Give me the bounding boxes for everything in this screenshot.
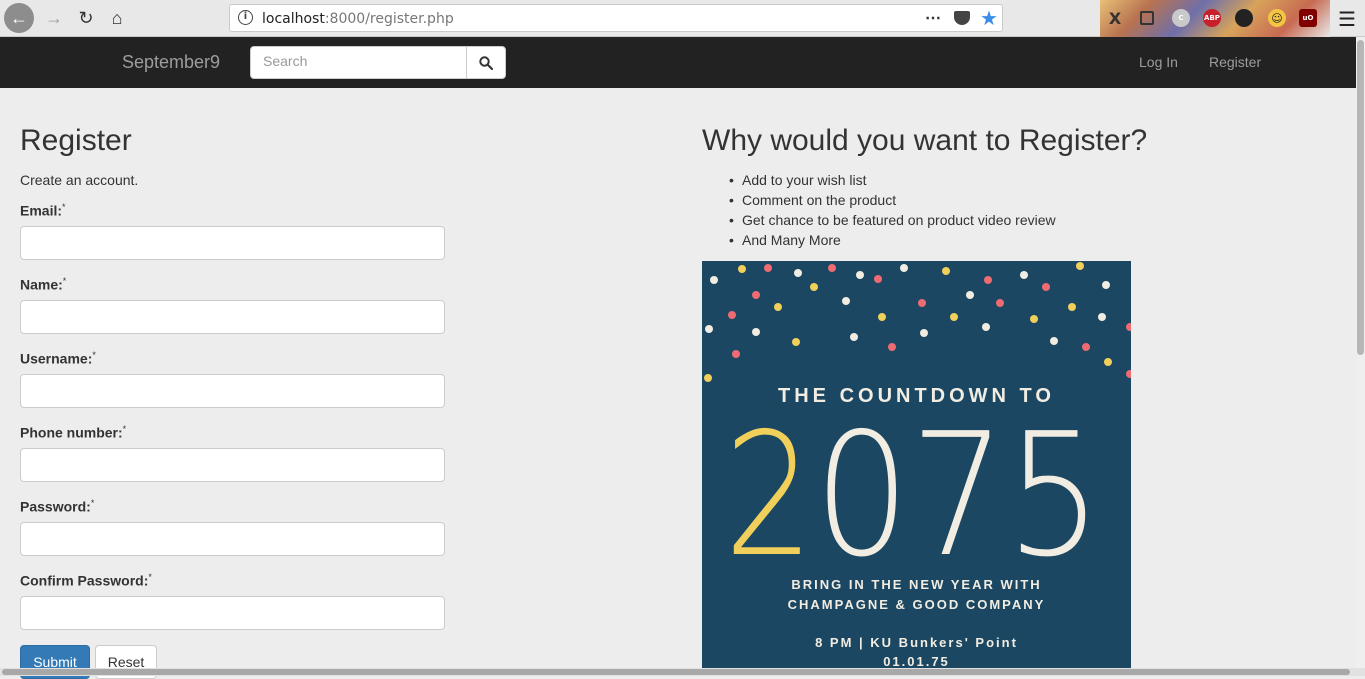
benefits-list: Add to your wish list Comment on the pro… <box>724 170 1056 250</box>
countdown-poster-image: THE COUNTDOWN TO 2 075 BRING IN THE NEW … <box>702 261 1131 668</box>
confetti-dot <box>764 264 772 272</box>
brand-link[interactable]: September9 <box>122 52 220 73</box>
confetti-dot <box>1126 323 1131 331</box>
confetti-dot <box>1050 337 1058 345</box>
email-label: Email:* <box>20 202 66 219</box>
confetti-dot <box>828 264 836 272</box>
search-icon <box>479 55 493 70</box>
form-title: Register <box>20 124 132 157</box>
confetti-dot <box>1082 343 1090 351</box>
poster-year-first-digit: 2 <box>724 409 814 569</box>
confetti-dot <box>752 291 760 299</box>
confetti-dot <box>705 325 713 333</box>
extension-c-icon[interactable]: C <box>1172 9 1190 27</box>
confetti-dot <box>1030 315 1038 323</box>
hamburger-menu-icon[interactable]: ☰ <box>1338 7 1356 32</box>
phone-label: Phone number:* <box>20 424 127 441</box>
name-field[interactable] <box>20 300 445 334</box>
abp-icon[interactable]: ABP <box>1203 9 1221 27</box>
confetti-dot <box>1098 313 1106 321</box>
address-bar[interactable]: i localhost:8000/register.php ⋯ ★ <box>229 4 1003 32</box>
confetti-dot <box>856 271 864 279</box>
library-icon[interactable]: Ⅹ <box>1106 9 1124 28</box>
poster-line-4: 01.01.75 <box>883 654 950 668</box>
confetti-dot <box>794 269 802 277</box>
username-field[interactable] <box>20 374 445 408</box>
search-input[interactable]: Search <box>250 46 467 79</box>
confetti-dot <box>704 374 712 382</box>
register-link[interactable]: Register <box>1209 54 1261 70</box>
vertical-scrollbar-thumb[interactable] <box>1357 40 1364 355</box>
pocket-icon[interactable] <box>954 11 970 25</box>
info-icon[interactable]: i <box>238 10 253 25</box>
back-icon[interactable]: ← <box>4 3 34 33</box>
horizontal-scrollbar-thumb[interactable] <box>2 669 1350 675</box>
list-item: Get chance to be featured on product vid… <box>724 210 1056 230</box>
confetti-dot <box>918 299 926 307</box>
sidebar-icon[interactable] <box>1140 11 1154 25</box>
confetti-dot <box>850 333 858 341</box>
browser-toolbar: ← → ↻ ⌂ i localhost:8000/register.php ⋯ … <box>0 0 1365 37</box>
poster-headline: THE COUNTDOWN TO <box>778 385 1055 407</box>
list-item: And Many More <box>724 230 1056 250</box>
confetti-dot <box>1126 370 1131 378</box>
poster-line-3: 8 PM | KU Bunkers' Point <box>815 635 1018 650</box>
form-subtitle: Create an account. <box>20 172 139 188</box>
poster-year-rest: 075 <box>814 409 1102 569</box>
page-actions-icon[interactable]: ⋯ <box>925 8 942 28</box>
confetti-dot <box>810 283 818 291</box>
poster-year: 2 075 <box>724 409 1102 569</box>
confetti-dot <box>710 276 718 284</box>
confetti-dot <box>900 264 908 272</box>
confetti-dot <box>1076 262 1084 270</box>
extension-ball-icon[interactable] <box>1235 9 1253 27</box>
confetti-dot <box>966 291 974 299</box>
confetti-dot <box>1068 303 1076 311</box>
phone-field[interactable] <box>20 448 445 482</box>
emoji-icon[interactable]: ☺ <box>1268 9 1286 27</box>
confirm-password-field[interactable] <box>20 596 445 630</box>
password-label: Password:* <box>20 498 95 515</box>
confetti-dot <box>1042 283 1050 291</box>
name-label: Name:* <box>20 276 67 293</box>
confetti-dot <box>792 338 800 346</box>
confetti-dot <box>1104 358 1112 366</box>
confetti-dot <box>984 276 992 284</box>
forward-icon[interactable]: → <box>40 4 68 32</box>
confetti-dot <box>874 275 882 283</box>
confetti-dot <box>1102 281 1110 289</box>
email-field[interactable] <box>20 226 445 260</box>
confetti-dot <box>996 299 1004 307</box>
confetti-dot <box>1020 271 1028 279</box>
poster-line-1: BRING IN THE NEW YEAR WITH <box>791 577 1042 592</box>
confetti-dot <box>774 303 782 311</box>
confetti-dot <box>738 265 746 273</box>
home-icon[interactable]: ⌂ <box>103 4 131 32</box>
bookmark-star-icon[interactable]: ★ <box>980 6 998 31</box>
confetti-dot <box>878 313 886 321</box>
confetti-dot <box>942 267 950 275</box>
username-label: Username:* <box>20 350 96 367</box>
list-item: Comment on the product <box>724 190 1056 210</box>
confetti-dot <box>752 328 760 336</box>
list-item: Add to your wish list <box>724 170 1056 190</box>
confetti-dot <box>728 311 736 319</box>
ublock-icon[interactable]: uO <box>1299 9 1317 27</box>
reload-icon[interactable]: ↻ <box>72 4 100 32</box>
poster-line-2: CHAMPAGNE & GOOD COMPANY <box>787 597 1046 612</box>
confetti-dot <box>920 329 928 337</box>
url-text[interactable]: localhost:8000/register.php <box>262 11 454 27</box>
confetti-dot <box>982 323 990 331</box>
confirm-password-label: Confirm Password:* <box>20 572 152 589</box>
search-button[interactable] <box>466 46 506 79</box>
confetti-dot <box>732 350 740 358</box>
why-title: Why would you want to Register? <box>702 124 1148 157</box>
password-field[interactable] <box>20 522 445 556</box>
site-navbar: September9 Search Log In Register <box>0 37 1356 88</box>
confetti-dot <box>950 313 958 321</box>
confetti-dot <box>842 297 850 305</box>
confetti-dot <box>888 343 896 351</box>
login-link[interactable]: Log In <box>1139 54 1178 70</box>
